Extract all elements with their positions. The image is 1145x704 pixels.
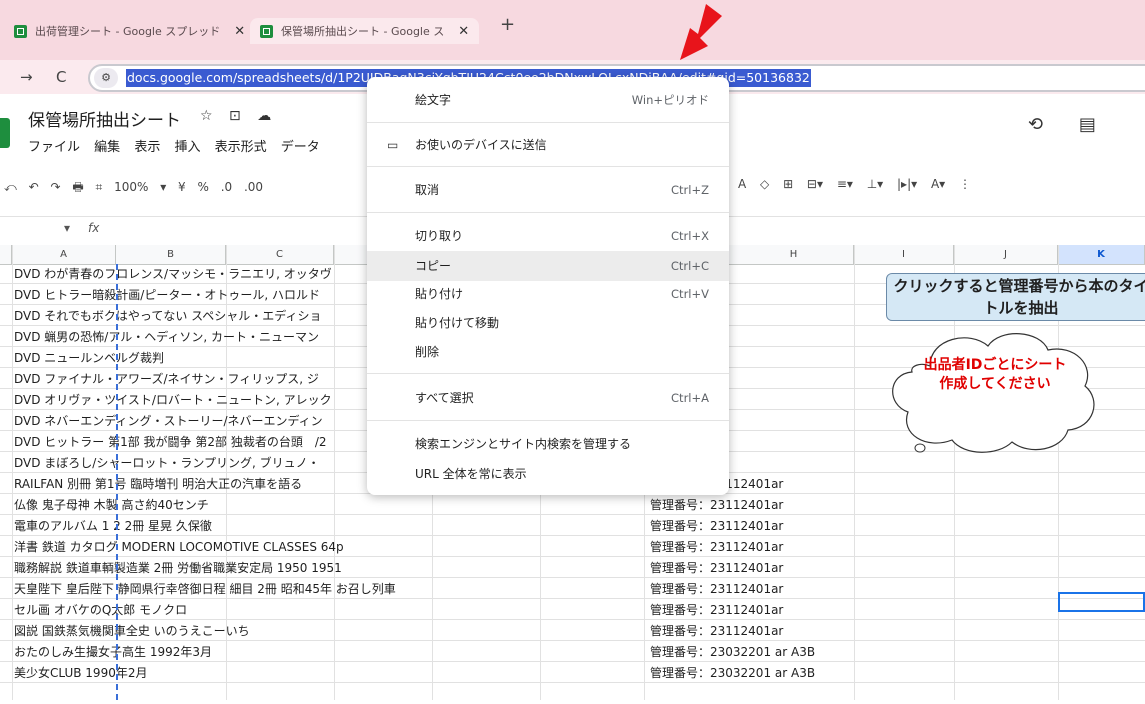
cell-column-g[interactable]: 管理番号：23112401ar xyxy=(650,579,783,599)
menu-item-paste-and-go[interactable]: 貼り付けて移動 xyxy=(367,308,729,338)
cell-column-g[interactable]: 管理番号：23112401ar xyxy=(650,537,783,557)
column-header-j[interactable]: J xyxy=(954,245,1058,264)
menu-edit[interactable]: 編集 xyxy=(94,140,120,155)
cell-column-a[interactable]: 洋書 鉄道 カタログ MODERN LOCOMOTIVE CLASSES 64p xyxy=(14,537,344,557)
column-header-h[interactable]: H xyxy=(734,245,854,264)
menu-data[interactable]: データ xyxy=(281,140,320,155)
menu-item-paste[interactable]: 貼り付け Ctrl+V xyxy=(367,279,729,309)
menu-item-send-to-devices[interactable]: ▭ お使いのデバイスに送信 xyxy=(367,130,729,160)
cell-column-g[interactable]: 管理番号：23032201 ar A3B xyxy=(650,663,815,683)
menu-item-cut[interactable]: 切り取り Ctrl+X xyxy=(367,221,729,251)
table-row[interactable]: 洋書 鉄道 カタログ MODERN LOCOMOTIVE CLASSES 64p… xyxy=(0,537,1145,557)
tab-storage-sheet[interactable]: 保管場所抽出シート - Google ス ✕ xyxy=(250,18,480,44)
cell-column-g[interactable]: 管理番号：23112401ar xyxy=(650,495,783,515)
cell-column-g[interactable]: 管理番号：23112401ar xyxy=(650,600,783,620)
menu-bar: ファイル 編集 表示 挿入 表示形式 データ xyxy=(28,136,330,155)
sheets-favicon-icon xyxy=(260,24,273,38)
column-header-k[interactable]: K xyxy=(1058,245,1145,264)
table-row[interactable]: 美少女CLUB 1990年2月 管理番号：23032201 ar A3B xyxy=(0,663,1145,683)
move-folder-icon[interactable]: ⊡ xyxy=(229,108,241,124)
column-header-a[interactable]: A xyxy=(12,245,116,264)
extract-title-button[interactable]: クリックすると管理番号から本のタイトルを抽出 xyxy=(886,273,1145,321)
table-row[interactable]: 仏像 鬼子母神 木製 高さ約40センチ 管理番号：23112401ar xyxy=(0,495,1145,515)
cell-column-a[interactable]: DVD ファイナル・アワーズ/ネイサン・フィリップス, ジ xyxy=(14,369,319,389)
tab-shipping-sheet[interactable]: 出荷管理シート - Google スプレッド ✕ xyxy=(14,18,245,44)
table-row[interactable]: 図説 国鉄蒸気機関車全史 いのうえこーいち 管理番号：23112401ar xyxy=(0,621,1145,641)
title-icons: ☆ ⊡ ☁ xyxy=(200,108,283,124)
menu-view[interactable]: 表示 xyxy=(134,140,160,155)
menu-item-undo[interactable]: 取消 Ctrl+Z xyxy=(367,175,729,205)
sheets-logo-icon[interactable] xyxy=(0,118,10,148)
cell-column-a[interactable]: 職務解説 鉄道車輌製造業 2冊 労働省職業安定局 1950 1951 xyxy=(14,558,342,578)
device-icon: ▭ xyxy=(387,138,399,152)
select-all-corner[interactable] xyxy=(0,245,12,264)
close-icon[interactable]: ✕ xyxy=(234,24,245,39)
table-row[interactable]: 職務解説 鉄道車輌製造業 2冊 労働省職業安定局 1950 1951 管理番号：2… xyxy=(0,558,1145,578)
browser-tab-strip: 出荷管理シート - Google スプレッド ✕ 保管場所抽出シート - Goo… xyxy=(0,0,1145,60)
menu-format[interactable]: 表示形式 xyxy=(215,140,267,155)
cell-column-a[interactable]: DVD わが青春のフロレンス/マッシモ・ラニエリ, オッタヴ xyxy=(14,264,332,284)
cell-column-g[interactable]: 管理番号：23032201 ar A3B xyxy=(650,642,815,662)
tab-title: 保管場所抽出シート - Google ス xyxy=(281,25,445,38)
copy-marquee-border xyxy=(116,264,118,700)
table-row[interactable]: セル画 オバケのQ太郎 モノクロ 管理番号：23112401ar xyxy=(0,600,1145,620)
menu-item-copy[interactable]: コピー Ctrl+C xyxy=(367,251,729,281)
table-row[interactable]: 電車のアルバム 1 2 2冊 星晃 久保徹 管理番号：23112401ar xyxy=(0,516,1145,536)
cell-column-a[interactable]: 図説 国鉄蒸気機関車全史 いのうえこーいち xyxy=(14,621,250,641)
cell-column-a[interactable]: DVD ネバーエンディング・ストーリー/ネバーエンディン xyxy=(14,411,323,431)
cell-column-a[interactable]: DVD ヒトラー暗殺計画/ピーター・オトゥール, ハロルド xyxy=(14,285,320,305)
cell-column-g[interactable]: 管理番号：23112401ar xyxy=(650,621,783,641)
cell-column-a[interactable]: 美少女CLUB 1990年2月 xyxy=(14,663,147,683)
new-tab-button[interactable]: + xyxy=(500,14,515,35)
cell-column-a[interactable]: 天皇陛下 皇后陛下 静岡県行幸啓御日程 細目 2冊 昭和45年 お召し列車 xyxy=(14,579,396,599)
cell-column-a[interactable]: 仏像 鬼子母神 木製 高さ約40センチ xyxy=(14,495,209,515)
cell-column-a[interactable]: RAILFAN 別冊 第1号 臨時増刊 明治大正の汽車を語る xyxy=(14,474,302,494)
sheets-favicon-icon xyxy=(14,24,27,38)
cell-column-a[interactable]: DVD ヒットラー 第1部 我が闘争 第2部 独裁者の台頭 /2 xyxy=(14,432,327,452)
cell-column-a[interactable]: おたのしみ生撮女子高生 1992年3月 xyxy=(14,642,212,662)
reload-icon[interactable]: C xyxy=(56,68,66,86)
cell-column-a[interactable]: DVD ニュールンベルグ裁判 xyxy=(14,348,164,368)
menu-file[interactable]: ファイル xyxy=(28,140,80,155)
cloud-callout-text: 出品者IDごとにシート作成してください xyxy=(923,357,1067,392)
cell-column-g[interactable]: 管理番号：23112401ar xyxy=(650,516,783,536)
column-header-i[interactable]: I xyxy=(854,245,954,264)
format-toolbar-right[interactable]: A ◇ ⊞ ⊟▾ ≡▾ ⊥▾ |▸|▾ A▾ ⋮ xyxy=(738,177,971,191)
format-toolbar-left[interactable]: ⤺ ↶ ↷ 🖶 ⌗ 100% ▾ ¥ % .0 .00 xyxy=(4,178,263,199)
cell-column-a[interactable]: 電車のアルバム 1 2 2冊 星晃 久保徹 xyxy=(14,516,212,536)
selected-cell[interactable] xyxy=(1058,592,1145,612)
document-title[interactable]: 保管場所抽出シート xyxy=(28,106,181,131)
menu-item-emoji[interactable]: 絵文字 Win+ピリオド xyxy=(367,85,729,115)
close-icon[interactable]: ✕ xyxy=(458,24,469,39)
comments-icon[interactable]: ▤ xyxy=(1079,114,1096,135)
star-icon[interactable]: ☆ xyxy=(200,108,213,124)
header-actions: ⟲ ▤ xyxy=(1028,114,1126,135)
column-header-c[interactable]: C xyxy=(226,245,334,264)
cell-column-a[interactable]: DVD それでもボクはやってない スペシャル・エディショ xyxy=(14,306,321,326)
menu-item-show-full-url[interactable]: URL 全体を常に表示 xyxy=(367,459,729,489)
forward-arrow-icon[interactable]: → xyxy=(20,68,33,86)
menu-item-manage-search-engines[interactable]: 検索エンジンとサイト内検索を管理する xyxy=(367,429,729,459)
cell-column-a[interactable]: セル画 オバケのQ太郎 モノクロ xyxy=(14,600,187,620)
cell-column-a[interactable]: DVD オリヴァ・ツイスト/ロバート・ニュートン, アレック xyxy=(14,390,332,410)
context-menu: 絵文字 Win+ピリオド ▭ お使いのデバイスに送信 取消 Ctrl+Z 切り取… xyxy=(367,77,729,495)
menu-item-select-all[interactable]: すべて選択 Ctrl+A xyxy=(367,383,729,413)
menu-item-delete[interactable]: 削除 xyxy=(367,337,729,367)
site-info-icon[interactable]: ⚙ xyxy=(94,68,118,88)
menu-insert[interactable]: 挿入 xyxy=(174,140,200,155)
history-icon[interactable]: ⟲ xyxy=(1028,114,1043,135)
table-row[interactable]: おたのしみ生撮女子高生 1992年3月 管理番号：23032201 ar A3B xyxy=(0,642,1145,662)
table-row[interactable]: 天皇陛下 皇后陛下 静岡県行幸啓御日程 細目 2冊 昭和45年 お召し列車 管理番… xyxy=(0,579,1145,599)
cell-column-a[interactable]: DVD 蝋男の恐怖/アル・ヘディソン, カート・ニューマン xyxy=(14,327,319,347)
cell-column-a[interactable]: DVD まぼろし/シャーロット・ランプリング, ブリュノ・ xyxy=(14,453,320,473)
cell-column-g[interactable]: 管理番号：23112401ar xyxy=(650,558,783,578)
column-header-b[interactable]: B xyxy=(116,245,226,264)
tab-title: 出荷管理シート - Google スプレッド xyxy=(35,25,221,38)
red-arrow-icon xyxy=(680,4,722,60)
cloud-status-icon[interactable]: ☁ xyxy=(257,108,271,124)
name-box-dropdown-icon[interactable]: ▾ xyxy=(64,221,70,235)
fx-icon: fx xyxy=(88,221,100,235)
